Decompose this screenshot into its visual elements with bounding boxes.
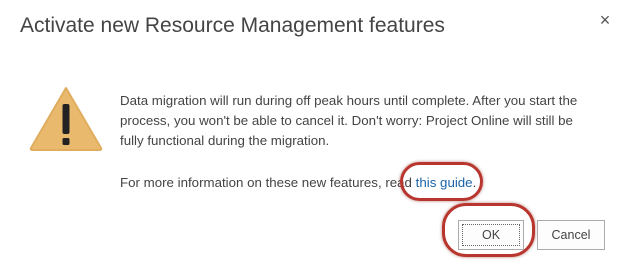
- ok-button[interactable]: OK: [458, 220, 524, 250]
- warning-icon: [29, 87, 103, 151]
- migration-message: Data migration will run during off peak …: [120, 93, 578, 148]
- ok-label: OK: [481, 228, 501, 242]
- link-highlight-circle: [400, 162, 483, 201]
- activate-features-dialog: Activate new Resource Management feature…: [0, 0, 624, 273]
- more-info-prefix: For more information on these new featur…: [120, 175, 412, 190]
- dialog-title: Activate new Resource Management feature…: [20, 14, 445, 37]
- close-icon[interactable]: ×: [596, 10, 614, 30]
- cancel-button[interactable]: Cancel: [537, 220, 605, 250]
